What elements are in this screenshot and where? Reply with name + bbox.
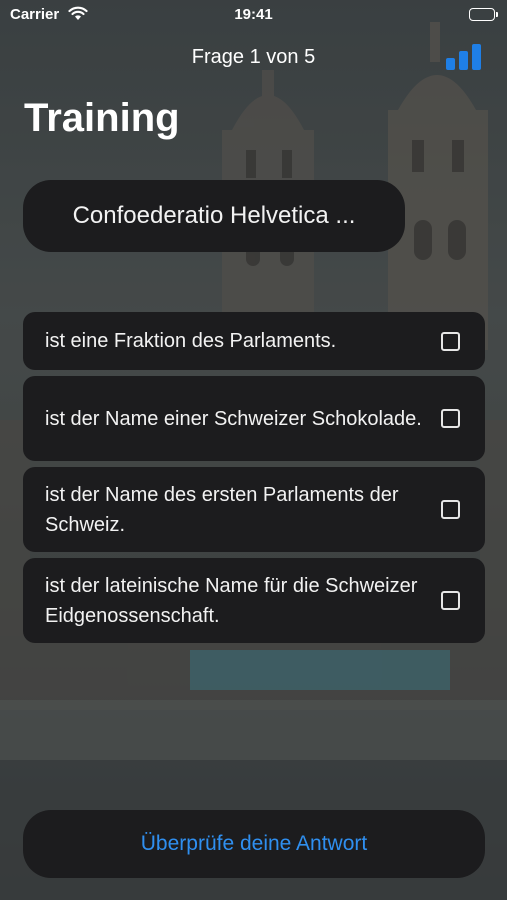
checkbox-icon[interactable] <box>441 591 460 610</box>
checkbox-icon[interactable] <box>441 409 460 428</box>
battery-icon <box>469 8 498 21</box>
progress-title: Frage 1 von 5 <box>191 46 316 68</box>
answer-option[interactable]: ist eine Fraktion des Parlaments. <box>23 312 485 370</box>
answer-option[interactable]: ist der Name des ersten Parlaments der S… <box>23 467 485 552</box>
checkbox-icon[interactable] <box>441 332 460 351</box>
stats-button[interactable] <box>446 44 482 72</box>
bar-chart-icon <box>446 44 481 70</box>
answer-text: ist der lateinische Name für die Schweiz… <box>45 574 418 627</box>
status-bar: Carrier 19:41 <box>0 0 507 30</box>
answer-text: ist eine Fraktion des Parlaments. <box>45 330 337 352</box>
answer-text: ist der Name einer Schweizer Schokolade. <box>45 407 422 430</box>
page-title: Training <box>24 96 180 140</box>
check-answer-button[interactable]: Überprüfe deine Antwort <box>23 810 485 878</box>
status-time: 19:41 <box>234 6 273 23</box>
answer-text: ist der Name des ersten Parlaments der S… <box>45 483 399 536</box>
answer-option[interactable]: ist der lateinische Name für die Schweiz… <box>23 558 485 643</box>
answer-option[interactable]: ist der Name einer Schweizer Schokolade. <box>23 376 485 461</box>
check-answer-label: Überprüfe deine Antwort <box>140 832 368 855</box>
checkbox-icon[interactable] <box>441 500 460 519</box>
question-bubble: Confoederatio Helvetica ... <box>23 180 405 252</box>
question-text: Confoederatio Helvetica ... <box>72 202 356 229</box>
